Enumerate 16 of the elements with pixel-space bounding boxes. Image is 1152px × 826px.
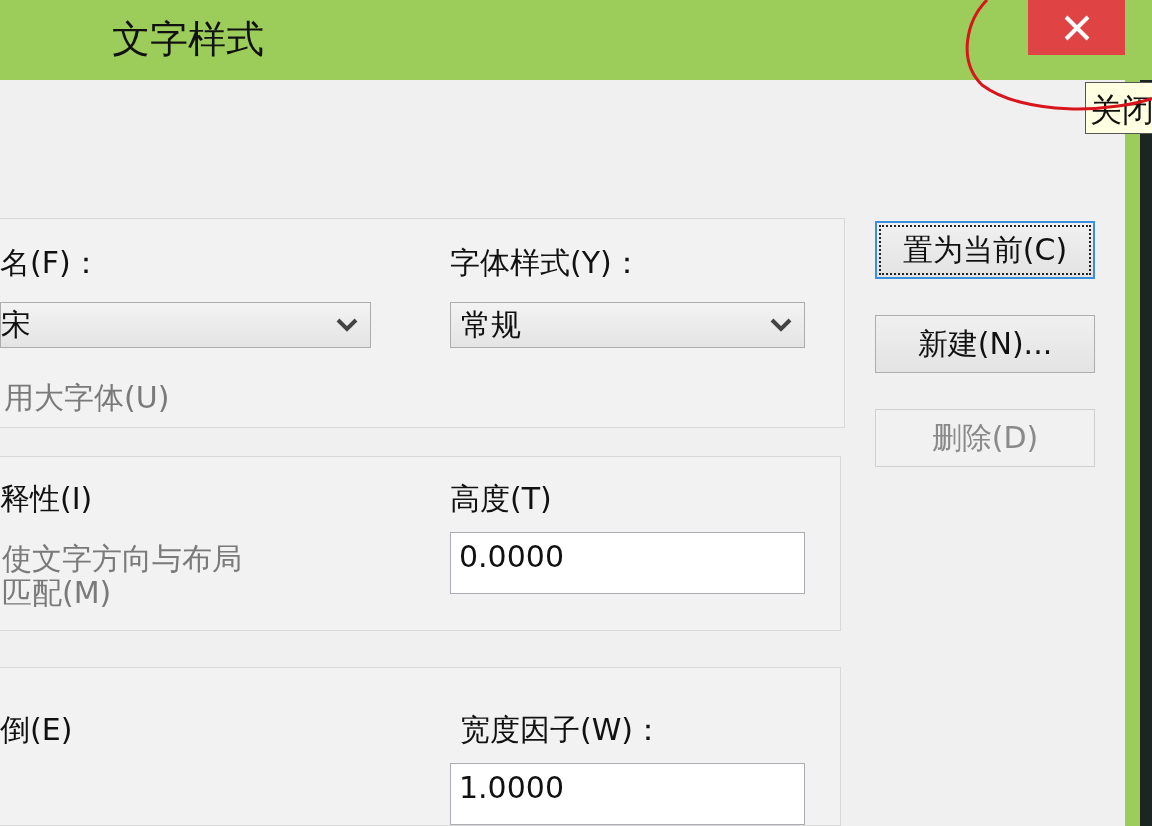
height-label: 高度(T) [450, 480, 552, 518]
annotative-checkbox-label[interactable]: 释性(I) [0, 479, 93, 520]
close-button[interactable] [1028, 0, 1125, 55]
width-factor-input-field[interactable]: 1.0000 [450, 763, 805, 825]
font-style-label: 字体样式(Y)： [450, 244, 642, 282]
font-name-label: 名(F)： [0, 244, 101, 282]
dialog-button[interactable]: 新建(N)... [875, 315, 1095, 373]
window-title: 文字样式 [112, 16, 265, 63]
upside-down-checkbox-label[interactable]: 倒(E) [0, 710, 73, 751]
width-factor-label: 宽度因子(W)： [460, 711, 664, 749]
font-name-dropdown[interactable]: 宋 [0, 302, 371, 348]
font-style-dropdown[interactable]: 常规 [450, 302, 805, 348]
height-input-field[interactable]: 0.0000 [450, 532, 805, 594]
chevron-down-icon [336, 318, 358, 332]
dialog-button[interactable]: 置为当前(C) [875, 221, 1095, 279]
chevron-down-icon [770, 318, 792, 332]
